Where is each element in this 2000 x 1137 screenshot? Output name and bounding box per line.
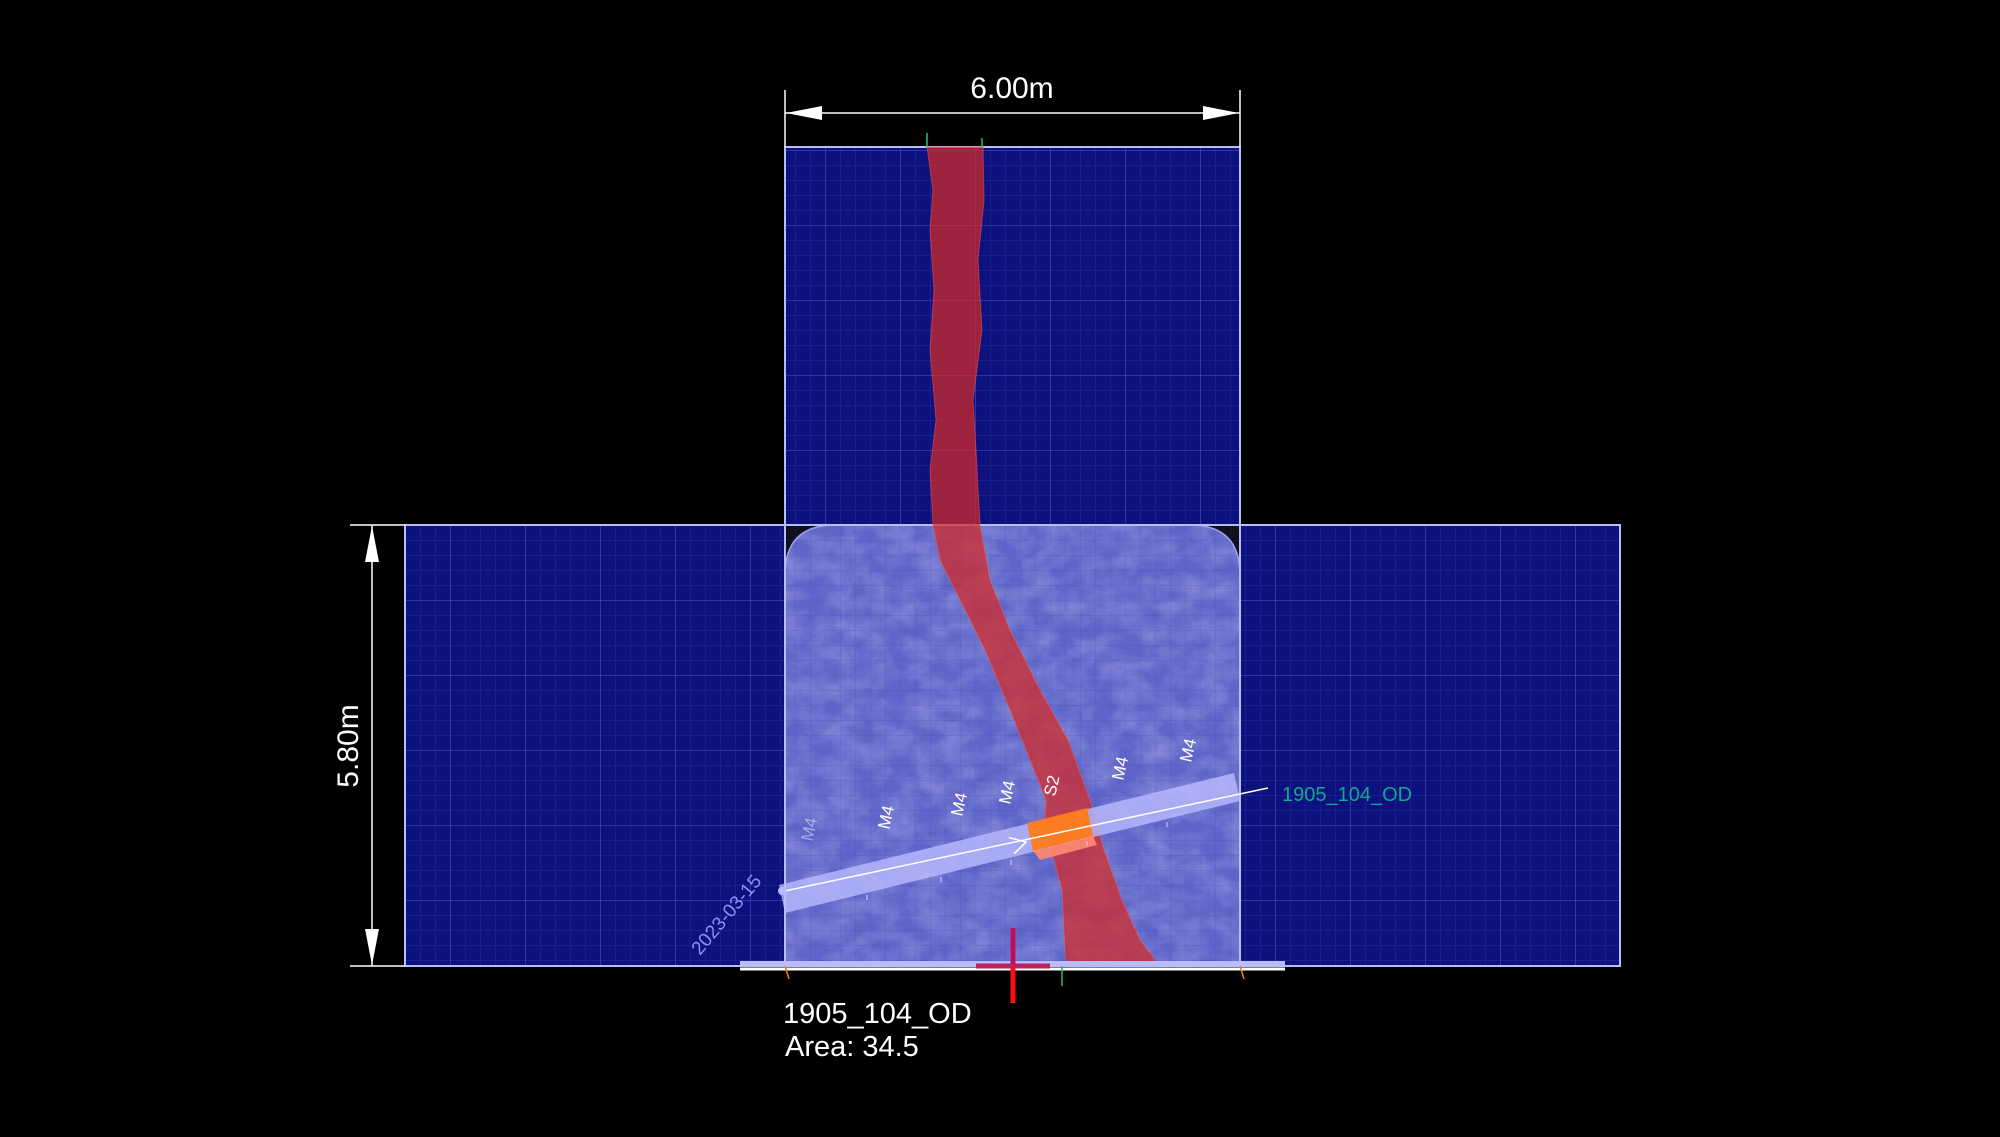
roof-panel <box>784 146 1241 526</box>
mapping-viewport[interactable]: M4 M4 M4 M4 S2 M4 M4 1905_104_OD 2023-03… <box>0 0 2000 1137</box>
height-dimension: 5.80m <box>332 524 405 967</box>
right-wall-panel <box>1239 524 1621 967</box>
face-name-label: 1905_104_OD <box>783 998 972 1030</box>
scanline-name-label: 1905_104_OD <box>1282 784 1412 806</box>
height-dimension-label: 5.80m <box>332 704 365 787</box>
face-panel[interactable] <box>784 524 1241 967</box>
width-dimension-label: 6.00m <box>970 72 1053 105</box>
face-area-label: Area: 34.5 <box>785 1031 919 1063</box>
rock-face-image <box>785 525 1240 966</box>
width-dimension: 6.00m <box>784 72 1241 147</box>
vein-top-markers <box>926 133 983 147</box>
